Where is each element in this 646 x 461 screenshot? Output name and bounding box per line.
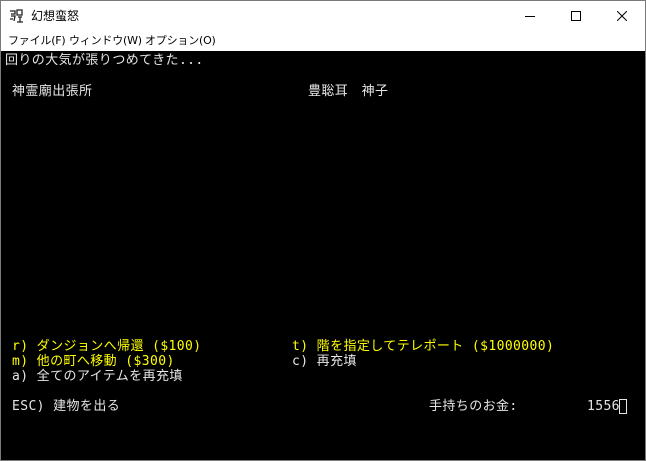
option-m-move-town[interactable]: m) 他の町へ移動 ($300) [12,354,175,369]
option-r-return-dungeon[interactable]: r) ダンジョンへ帰還 ($100) [12,339,201,354]
maximize-icon [571,11,581,21]
menu-bar: ファイル(F) ウィンドウ(W) オプション(O) [1,31,645,51]
window-title: 幻想蛮怒 [31,9,80,23]
menu-file[interactable]: ファイル(F) [8,34,66,48]
maximize-button[interactable] [553,1,599,31]
gold-label: 手持ちのお金: [429,399,518,414]
option-c-recharge[interactable]: c) 再充填 [292,354,357,369]
option-a-recharge-all[interactable]: a) 全てのアイテムを再充填 [12,369,183,384]
close-button[interactable] [599,1,645,31]
option-t-teleport-level[interactable]: t) 階を指定してテレポート ($1000000) [292,339,554,354]
close-icon [617,11,627,21]
minimize-icon [525,16,535,17]
text-cursor [619,399,627,414]
title-bar[interactable]: 幻想蛮怒 [1,1,645,31]
app-icon [8,8,24,24]
minimize-button[interactable] [507,1,553,31]
location-name: 神霊廟出張所 [12,84,93,99]
game-console[interactable]: 回りの大気が張りつめてきた... 神霊廟出張所 豊聡耳 神子 r) ダンジョンへ… [1,51,645,460]
option-esc-exit[interactable]: ESC) 建物を出る [12,399,120,414]
message-line: 回りの大気が張りつめてきた... [5,53,204,68]
owner-name: 豊聡耳 神子 [308,84,389,99]
menu-window[interactable]: ウィンドウ(W) [69,34,142,48]
menu-options[interactable]: オプション(O) [145,34,216,48]
app-window: 幻想蛮怒 ファイル(F) ウィンドウ(W) オプション(O) 回りの大気が張りつ… [0,0,646,461]
gold-value: 1556 [587,399,620,414]
